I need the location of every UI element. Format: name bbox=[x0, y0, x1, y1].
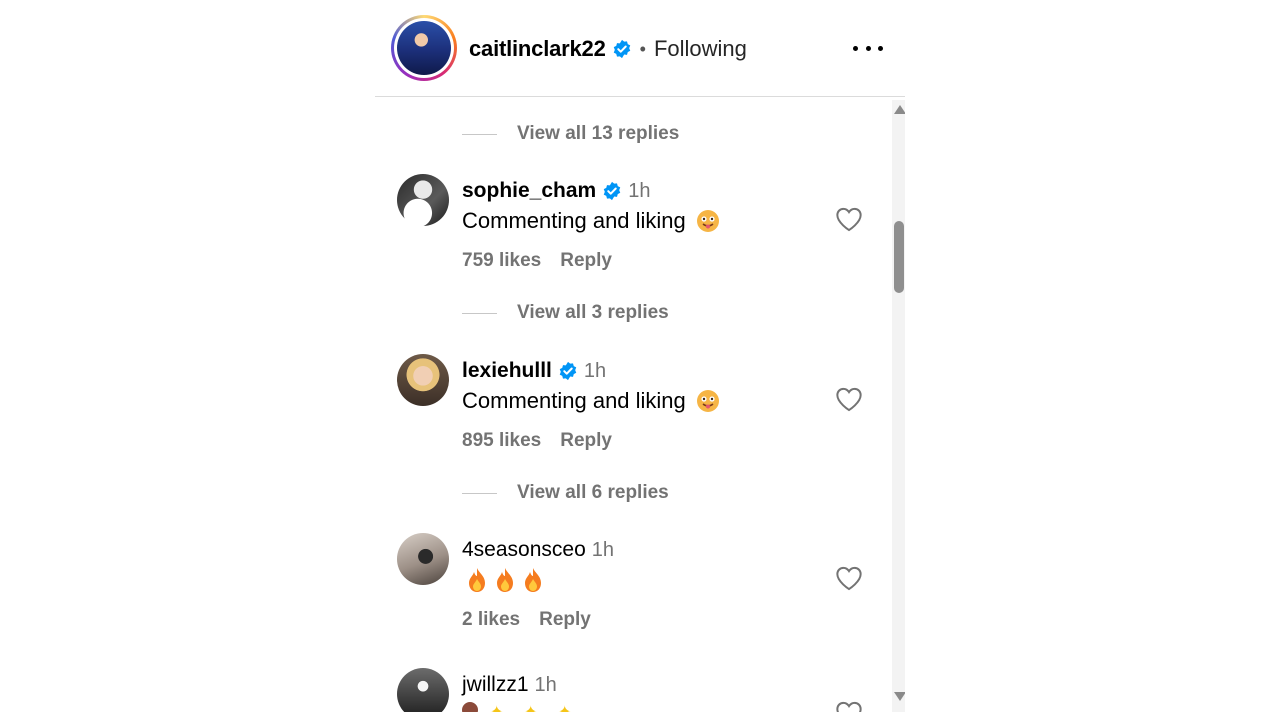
heart-icon[interactable] bbox=[835, 206, 863, 232]
dot-icon bbox=[878, 45, 883, 51]
fire-emoji-icon bbox=[469, 568, 485, 592]
reply-button[interactable]: Reply bbox=[560, 250, 612, 272]
scroll-up-arrow-icon[interactable] bbox=[894, 105, 905, 114]
comment-username[interactable]: lexiehulll bbox=[462, 359, 552, 383]
heart-icon[interactable] bbox=[835, 700, 863, 712]
scroll-down-arrow-icon[interactable] bbox=[894, 692, 905, 701]
avatar[interactable] bbox=[397, 668, 449, 712]
avatar[interactable] bbox=[397, 354, 449, 406]
face-with-tongue-emoji-icon bbox=[696, 210, 719, 232]
view-replies-label: View all 13 replies bbox=[517, 123, 680, 144]
comment-item: sophie_cham 1h Commenting and liking 759… bbox=[397, 174, 877, 284]
view-replies-link[interactable]: View all 13 replies bbox=[462, 123, 679, 145]
comment-likes[interactable]: 895 likes bbox=[462, 430, 541, 452]
comment-item: 4seasonsceo 1h 2 likes Reply bbox=[397, 533, 877, 643]
sparkles-icon: ✦ bbox=[490, 702, 512, 712]
comment-time: 1h bbox=[534, 673, 557, 696]
fire-emoji-icon bbox=[525, 568, 541, 592]
comment-item: lexiehulll 1h Commenting and liking 895 … bbox=[397, 354, 877, 464]
profile-avatar-story-ring[interactable] bbox=[391, 15, 457, 81]
comment-item: jwillzz1 1h ✦ ✦ ✦ bbox=[397, 668, 877, 712]
header-username[interactable]: caitlinclark22 bbox=[469, 36, 606, 62]
divider-line bbox=[462, 133, 497, 135]
scrollbar-thumb[interactable] bbox=[894, 221, 904, 293]
verified-badge-icon bbox=[603, 181, 621, 201]
comment-likes[interactable]: 2 likes bbox=[462, 609, 520, 631]
verified-badge-icon bbox=[613, 39, 630, 59]
scrollbar[interactable] bbox=[892, 100, 905, 712]
view-replies-label: View all 6 replies bbox=[517, 482, 669, 503]
reply-button[interactable]: Reply bbox=[539, 609, 591, 631]
comments-panel: caitlinclark22 • Following View all 13 r… bbox=[375, 0, 905, 712]
view-replies-link[interactable]: View all 3 replies bbox=[462, 302, 669, 324]
avatar[interactable] bbox=[397, 174, 449, 226]
verified-badge-icon bbox=[559, 361, 577, 381]
comment-text: Commenting and liking bbox=[462, 208, 720, 234]
comment-username[interactable]: sophie_cham bbox=[462, 179, 596, 203]
face-with-tongue-emoji-icon bbox=[696, 390, 719, 412]
comment-time: 1h bbox=[628, 179, 651, 202]
heart-icon[interactable] bbox=[835, 386, 863, 412]
post-header: caitlinclark22 • Following bbox=[375, 0, 905, 97]
dot-icon bbox=[853, 45, 858, 51]
divider-line bbox=[462, 312, 497, 314]
dot-icon bbox=[865, 45, 871, 51]
view-replies-label: View all 3 replies bbox=[517, 302, 669, 323]
avatar bbox=[397, 21, 451, 75]
comment-time: 1h bbox=[591, 538, 615, 561]
fire-emoji-icon bbox=[497, 568, 513, 592]
comment-text: Commenting and liking bbox=[462, 388, 720, 414]
separator-dot: • bbox=[639, 38, 646, 59]
comment-username[interactable]: jwillzz1 bbox=[462, 673, 529, 697]
more-options-button[interactable] bbox=[853, 38, 883, 58]
avatar[interactable] bbox=[397, 533, 449, 585]
comment-text: ✦ ✦ ✦ bbox=[462, 702, 580, 712]
divider-line bbox=[462, 492, 497, 494]
comment-username[interactable]: 4seasonsceo bbox=[462, 538, 586, 562]
reply-button[interactable]: Reply bbox=[560, 430, 612, 452]
comment-text bbox=[466, 567, 550, 593]
following-button[interactable]: Following bbox=[654, 36, 747, 62]
comment-likes[interactable]: 759 likes bbox=[462, 250, 541, 272]
emoji-icon bbox=[462, 702, 478, 712]
sparkles-icon: ✦ bbox=[558, 702, 580, 712]
header-user-info: caitlinclark22 • Following bbox=[469, 36, 747, 62]
view-replies-link[interactable]: View all 6 replies bbox=[462, 482, 669, 504]
sparkles-icon: ✦ bbox=[524, 702, 546, 712]
comment-time: 1h bbox=[583, 359, 607, 382]
heart-icon[interactable] bbox=[835, 565, 863, 591]
